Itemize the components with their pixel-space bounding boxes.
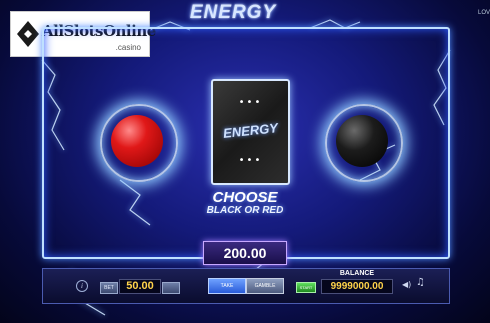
black-choice-button[interactable]	[336, 115, 388, 167]
game-title: ENERGY	[189, 2, 277, 23]
corner-label: LOV	[477, 10, 490, 16]
choose-prompt: CHOOSE BLACK OR RED	[170, 190, 320, 216]
music-icon[interactable]: ♫	[416, 277, 425, 288]
start-button[interactable]: START	[296, 282, 316, 293]
choose-subtitle: BLACK OR RED	[206, 205, 284, 216]
red-choice-button[interactable]	[111, 115, 163, 167]
balance-label: BALANCE	[339, 270, 375, 277]
gamble-button[interactable]: GAMBLE	[246, 278, 284, 294]
bet-increase-button[interactable]	[162, 282, 180, 294]
card-dots-top: •••	[238, 97, 263, 108]
info-icon[interactable]: i	[76, 280, 88, 292]
gamble-card: ••• ENERGY •••	[211, 79, 290, 185]
balance-value: 9999000.00	[321, 279, 393, 294]
choose-title: CHOOSE	[212, 189, 278, 206]
bet-value: 50.00	[119, 279, 161, 294]
card-logo-text: ENERGY	[222, 120, 279, 141]
speaker-icon[interactable]: ◀)	[402, 280, 411, 289]
diamond-icon	[17, 21, 39, 47]
take-button[interactable]: TAKE	[208, 278, 246, 294]
gamble-amount-display: 200.00	[203, 241, 287, 265]
bet-decrease-button[interactable]: BET	[100, 282, 118, 294]
card-dots-bottom: •••	[238, 155, 263, 166]
